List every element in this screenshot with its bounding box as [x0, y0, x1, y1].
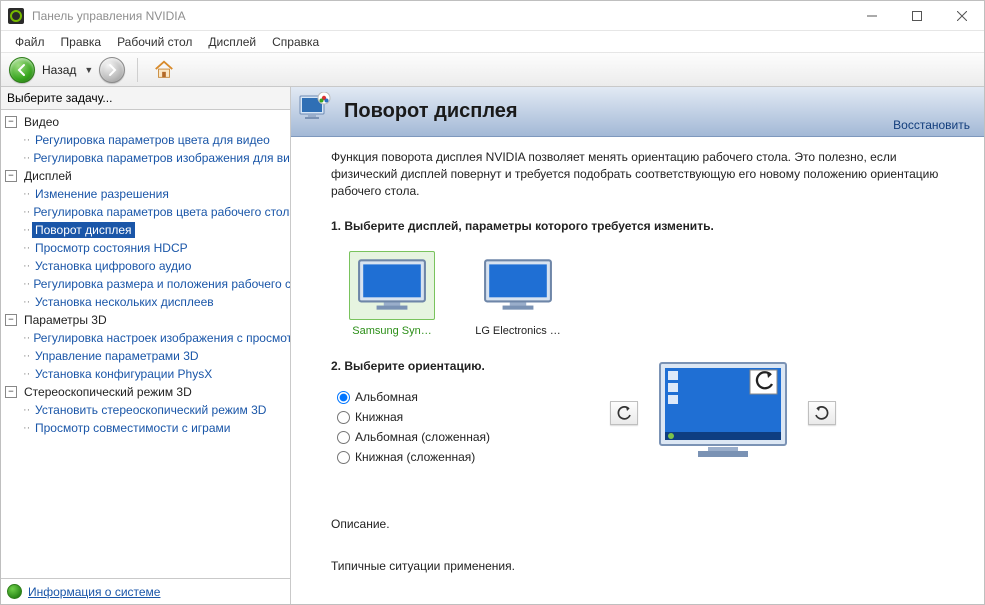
tree-branch-icon: ·· [23, 188, 32, 200]
tree-task-link[interactable]: Изменение разрешения [32, 186, 172, 202]
restore-defaults-link[interactable]: Восстановить [893, 118, 970, 132]
window-controls [849, 1, 984, 30]
orientation-radio[interactable] [337, 451, 350, 464]
display-label: LG Electronics … [475, 325, 561, 337]
titlebar: Панель управления NVIDIA [1, 1, 984, 31]
display-label: Samsung Syn… [352, 325, 431, 337]
orientation-radio[interactable] [337, 411, 350, 424]
section-1-title: 1. Выберите дисплей, параметры которого … [331, 219, 956, 233]
orientation-radio-group: Альбомная Книжная Альбомная (сложенная) Кни… [331, 387, 490, 467]
back-history-dropdown[interactable]: ▼ [80, 65, 97, 75]
tree-branch-icon: ·· [23, 152, 30, 164]
menu-help[interactable]: Справка [264, 33, 327, 51]
tree-task-link[interactable]: Установить стереоскопический режим 3D [32, 402, 269, 418]
tree-task-link[interactable]: Регулировка настроек изображения с просм… [30, 330, 290, 346]
menu-display[interactable]: Дисплей [200, 33, 264, 51]
tree-branch-icon: ·· [23, 332, 30, 344]
nvidia-eye-icon [7, 584, 22, 599]
page-title: Поворот дисплея [344, 100, 974, 123]
rotate-ccw-button[interactable] [610, 401, 638, 425]
description-heading: Описание. [331, 517, 956, 531]
sidebar-footer: Информация о системе [1, 578, 290, 604]
desktop-preview [658, 361, 788, 466]
tree-branch-icon: ·· [23, 278, 30, 290]
maximize-button[interactable] [894, 1, 939, 30]
tree-branch-icon: ·· [23, 260, 32, 272]
tree-collapse-toggle[interactable]: − [5, 116, 17, 128]
forward-button[interactable] [99, 57, 125, 83]
main-panel: Поворот дисплея Восстановить Функция пов… [291, 87, 984, 604]
orientation-label: Книжная [355, 410, 403, 424]
tree-branch-icon: ·· [23, 368, 32, 380]
tree-branch-icon: ·· [23, 422, 32, 434]
display-option[interactable]: LG Electronics … [475, 251, 561, 337]
tree-branch-icon: ·· [23, 296, 32, 308]
orientation-radio[interactable] [337, 391, 350, 404]
tree-task-link[interactable]: Установка нескольких дисплеев [32, 294, 217, 310]
nvidia-app-icon [8, 8, 24, 24]
orientation-option[interactable]: Альбомная (сложенная) [337, 427, 490, 447]
tree-task-link[interactable]: Установка конфигурации PhysX [32, 366, 215, 382]
tree-branch-icon: ·· [23, 350, 32, 362]
page-description: Функция поворота дисплея NVIDIA позволяе… [331, 149, 956, 199]
orientation-label: Альбомная (сложенная) [355, 430, 490, 444]
back-label: Назад [42, 63, 76, 77]
tree-branch-icon: ·· [23, 404, 32, 416]
menubar: Файл Правка Рабочий стол Дисплей Справка [1, 31, 984, 53]
tree-group-label[interactable]: Стереоскопический режим 3D [21, 384, 195, 400]
minimize-button[interactable] [849, 1, 894, 30]
toolbar-divider [137, 58, 138, 82]
tree-task-link[interactable]: Просмотр совместимости с играми [32, 420, 233, 436]
tree-task-link[interactable]: Поворот дисплея [32, 222, 135, 238]
menu-edit[interactable]: Правка [53, 33, 110, 51]
orientation-option[interactable]: Книжная [337, 407, 490, 427]
tree-branch-icon: ·· [23, 206, 30, 218]
rotate-cw-button[interactable] [808, 401, 836, 425]
typical-use-heading: Типичные ситуации применения. [331, 559, 956, 573]
orientation-option[interactable]: Альбомная [337, 387, 490, 407]
main-header: Поворот дисплея Восстановить [291, 87, 984, 137]
orientation-label: Книжная (сложенная) [355, 450, 475, 464]
menu-file[interactable]: Файл [7, 33, 53, 51]
sidebar-header: Выберите задачу... [1, 87, 290, 110]
orientation-radio[interactable] [337, 431, 350, 444]
section-2-title: 2. Выберите ориентацию. [331, 359, 490, 373]
close-button[interactable] [939, 1, 984, 30]
tree-group-label[interactable]: Параметры 3D [21, 312, 110, 328]
sidebar: Выберите задачу... −Видео··Регулировка п… [1, 87, 291, 604]
back-button[interactable] [9, 57, 35, 83]
rotate-display-header-icon [299, 92, 335, 131]
tree-collapse-toggle[interactable]: − [5, 314, 17, 326]
tree-branch-icon: ·· [23, 242, 32, 254]
tree-task-link[interactable]: Регулировка размера и положения рабочего… [30, 276, 290, 292]
orientation-option[interactable]: Книжная (сложенная) [337, 447, 490, 467]
tree-task-link[interactable]: Просмотр состояния HDCP [32, 240, 191, 256]
tree-group-label[interactable]: Дисплей [21, 168, 75, 184]
toolbar: Назад ▼ [1, 53, 984, 87]
tree-task-link[interactable]: Установка цифрового аудио [32, 258, 194, 274]
menu-desktop[interactable]: Рабочий стол [109, 33, 200, 51]
task-tree[interactable]: −Видео··Регулировка параметров цвета для… [1, 110, 290, 578]
tree-collapse-toggle[interactable]: − [5, 386, 17, 398]
tree-branch-icon: ·· [23, 224, 32, 236]
display-option[interactable]: Samsung Syn… [349, 251, 435, 337]
tree-task-link[interactable]: Регулировка параметров цвета рабочего ст… [30, 204, 290, 220]
system-info-link[interactable]: Информация о системе [28, 585, 160, 599]
home-button[interactable] [150, 56, 178, 84]
tree-branch-icon: ·· [23, 134, 32, 146]
tree-collapse-toggle[interactable]: − [5, 170, 17, 182]
tree-task-link[interactable]: Управление параметрами 3D [32, 348, 202, 364]
window-title: Панель управления NVIDIA [31, 9, 849, 23]
display-selector: Samsung Syn… LG Electronics … [331, 247, 956, 337]
tree-task-link[interactable]: Регулировка параметров цвета для видео [32, 132, 273, 148]
orientation-label: Альбомная [355, 390, 418, 404]
tree-task-link[interactable]: Регулировка параметров изображения для в… [30, 150, 290, 166]
tree-group-label[interactable]: Видео [21, 114, 62, 130]
